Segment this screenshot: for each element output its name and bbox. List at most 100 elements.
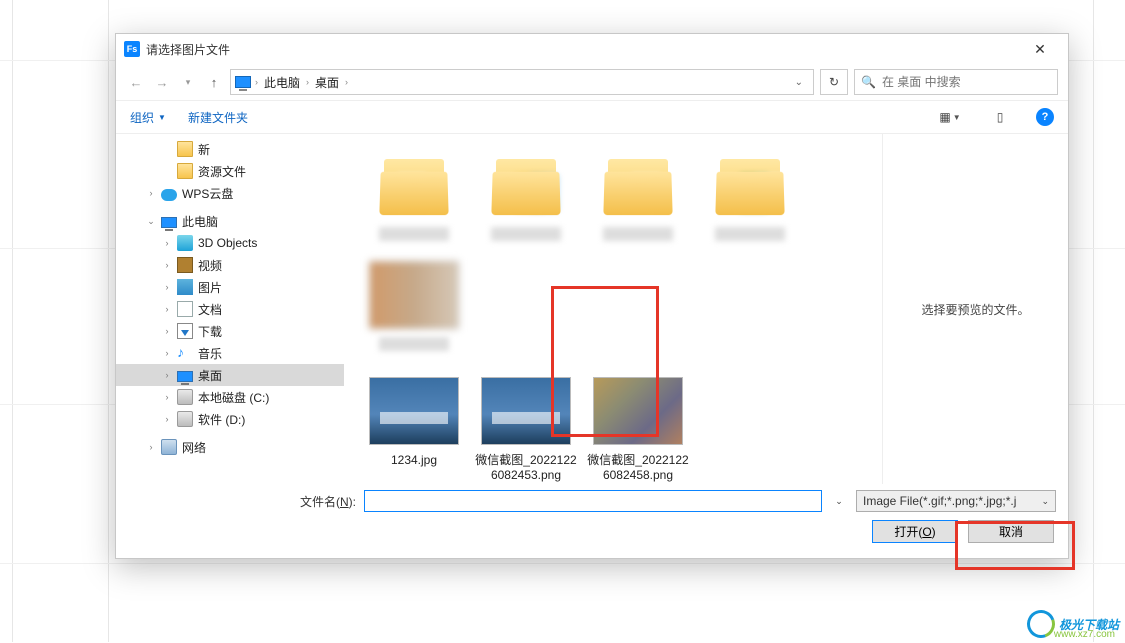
filename-row: 文件名(N): ⌄ Image File(*.gif;*.png;*.jpg;*… xyxy=(116,484,1068,518)
folder-tile[interactable] xyxy=(360,146,468,248)
tree-label: WPS云盘 xyxy=(182,185,233,202)
tree-folder-ziyuan[interactable]: 资源文件 xyxy=(116,160,344,182)
nav-row: ← → ▾ ↑ › 此电脑 › 桌面 › ⌄ ↻ 🔍 xyxy=(116,64,1068,100)
folder-icon xyxy=(177,163,193,179)
tree-label: 软件 (D:) xyxy=(198,411,245,428)
tree-label: 资源文件 xyxy=(198,163,246,180)
folder-tile[interactable] xyxy=(472,146,580,248)
close-button[interactable]: ✕ xyxy=(1020,41,1060,58)
tree-label: 音乐 xyxy=(198,345,222,362)
new-folder-button[interactable]: 新建文件夹 xyxy=(188,109,248,126)
address-dropdown[interactable]: ⌄ xyxy=(789,77,809,88)
preview-empty-text: 选择要预览的文件。 xyxy=(921,301,1029,318)
filename-dropdown[interactable]: ⌄ xyxy=(830,490,848,512)
button-row: 打开(O) 取消 xyxy=(116,518,1068,558)
image-thumbnail xyxy=(369,377,459,445)
tree-label: 此电脑 xyxy=(182,213,218,230)
folder-tile[interactable] xyxy=(584,146,692,248)
file-wechat-53[interactable]: 微信截图_20221226082453.png xyxy=(472,370,580,484)
cancel-button[interactable]: 取消 xyxy=(968,520,1054,543)
watermark-url: www.xz7.com xyxy=(1054,629,1115,640)
folder-icon xyxy=(177,141,193,157)
tree-pictures[interactable]: ›图片 xyxy=(116,276,344,298)
open-button[interactable]: 打开(O) xyxy=(872,520,958,543)
cloud-icon xyxy=(161,189,177,201)
chevron-right-icon: › xyxy=(345,77,348,87)
tree-label: 图片 xyxy=(198,279,222,296)
cancel-label: 取消 xyxy=(999,523,1023,540)
tree-documents[interactable]: ›文档 xyxy=(116,298,344,320)
organize-menu[interactable]: 组织 ▼ xyxy=(130,109,166,126)
disk-icon xyxy=(177,411,193,427)
documents-icon xyxy=(177,301,193,317)
file-wechat-58[interactable]: 微信截图_20221226082458.png xyxy=(584,370,692,484)
up-button[interactable]: ↑ xyxy=(204,72,224,92)
help-button[interactable]: ? xyxy=(1036,108,1054,126)
tree-folder-xin[interactable]: 新 xyxy=(116,138,344,160)
tree-label: 下载 xyxy=(198,323,222,340)
tree-videos[interactable]: ›视频 xyxy=(116,254,344,276)
tree-desktop[interactable]: ›桌面 xyxy=(116,364,344,386)
tree-this-pc[interactable]: ⌄此电脑 xyxy=(116,210,344,232)
back-button[interactable]: ← xyxy=(126,72,146,92)
filetype-filter[interactable]: Image File(*.gif;*.png;*.jpg;*.j ⌄ xyxy=(856,490,1056,512)
tree-network[interactable]: ›网络 xyxy=(116,436,344,458)
disk-icon xyxy=(177,389,193,405)
search-icon: 🔍 xyxy=(861,75,876,89)
music-icon: ♪ xyxy=(177,345,193,361)
tree-3d-objects[interactable]: ›3D Objects xyxy=(116,232,344,254)
tree-wps-cloud[interactable]: ›WPS云盘 xyxy=(116,182,344,204)
chevron-right-icon: › xyxy=(255,77,258,87)
tree-music[interactable]: ›♪音乐 xyxy=(116,342,344,364)
tree-label: 网络 xyxy=(182,439,206,456)
tree-label: 文档 xyxy=(198,301,222,318)
cube-icon xyxy=(177,235,193,251)
chevron-down-icon: ▼ xyxy=(953,113,961,122)
view-menu[interactable]: ▦ ▼ xyxy=(936,106,964,128)
refresh-button[interactable]: ↻ xyxy=(820,69,848,95)
file-label: 微信截图_20221226082458.png xyxy=(585,453,691,483)
dialog-title: 请选择图片文件 xyxy=(146,41,1020,58)
image-thumbnail xyxy=(593,377,683,445)
tree-disk-c[interactable]: ›本地磁盘 (C:) xyxy=(116,386,344,408)
tree-label: 新 xyxy=(198,141,210,158)
pc-icon xyxy=(235,76,251,88)
view-icon: ▦ xyxy=(939,110,950,124)
desktop-icon xyxy=(177,371,193,382)
preview-pane-toggle[interactable]: ▯ xyxy=(986,106,1014,128)
chevron-down-icon: ▼ xyxy=(158,113,166,122)
title-bar: Fs 请选择图片文件 ✕ xyxy=(116,34,1068,64)
pc-icon xyxy=(161,217,177,228)
forward-button: → xyxy=(152,72,172,92)
new-folder-label: 新建文件夹 xyxy=(188,109,248,126)
downloads-icon xyxy=(177,323,193,339)
nav-tree[interactable]: 新 资源文件 ›WPS云盘 ⌄此电脑 ›3D Objects ›视频 ›图片 ›… xyxy=(116,134,344,484)
image-thumbnail xyxy=(481,377,571,445)
file-grid[interactable]: 1234.jpg 微信截图_20221226082453.png 微信截图_20… xyxy=(344,134,882,484)
dialog-body: 新 资源文件 ›WPS云盘 ⌄此电脑 ›3D Objects ›视频 ›图片 ›… xyxy=(116,134,1068,484)
pictures-icon xyxy=(177,279,193,295)
address-bar[interactable]: › 此电脑 › 桌面 › ⌄ xyxy=(230,69,814,95)
image-tile[interactable] xyxy=(360,254,468,358)
tree-label: 视频 xyxy=(198,257,222,274)
file-label: 微信截图_20221226082453.png xyxy=(473,453,579,483)
breadcrumb-root[interactable]: 此电脑 xyxy=(262,74,302,91)
tree-disk-d[interactable]: ›软件 (D:) xyxy=(116,408,344,430)
watermark: 极光下载站 www.xz7.com xyxy=(1027,610,1119,638)
search-box[interactable]: 🔍 xyxy=(854,69,1058,95)
search-input[interactable] xyxy=(882,75,1051,89)
chevron-right-icon: › xyxy=(306,77,309,87)
toolbar: 组织 ▼ 新建文件夹 ▦ ▼ ▯ ? xyxy=(116,100,1068,134)
preview-pane-icon: ▯ xyxy=(997,110,1004,124)
tree-label: 3D Objects xyxy=(198,236,257,250)
file-label: 1234.jpg xyxy=(389,453,439,468)
folder-tile[interactable] xyxy=(696,146,804,248)
recent-dropdown[interactable]: ▾ xyxy=(178,72,198,92)
chevron-down-icon: ⌄ xyxy=(1041,496,1049,507)
tree-downloads[interactable]: ›下载 xyxy=(116,320,344,342)
video-icon xyxy=(177,257,193,273)
tree-label: 本地磁盘 (C:) xyxy=(198,389,269,406)
filename-input[interactable] xyxy=(364,490,822,512)
file-1234jpg[interactable]: 1234.jpg xyxy=(360,370,468,484)
breadcrumb-current[interactable]: 桌面 xyxy=(313,74,341,91)
